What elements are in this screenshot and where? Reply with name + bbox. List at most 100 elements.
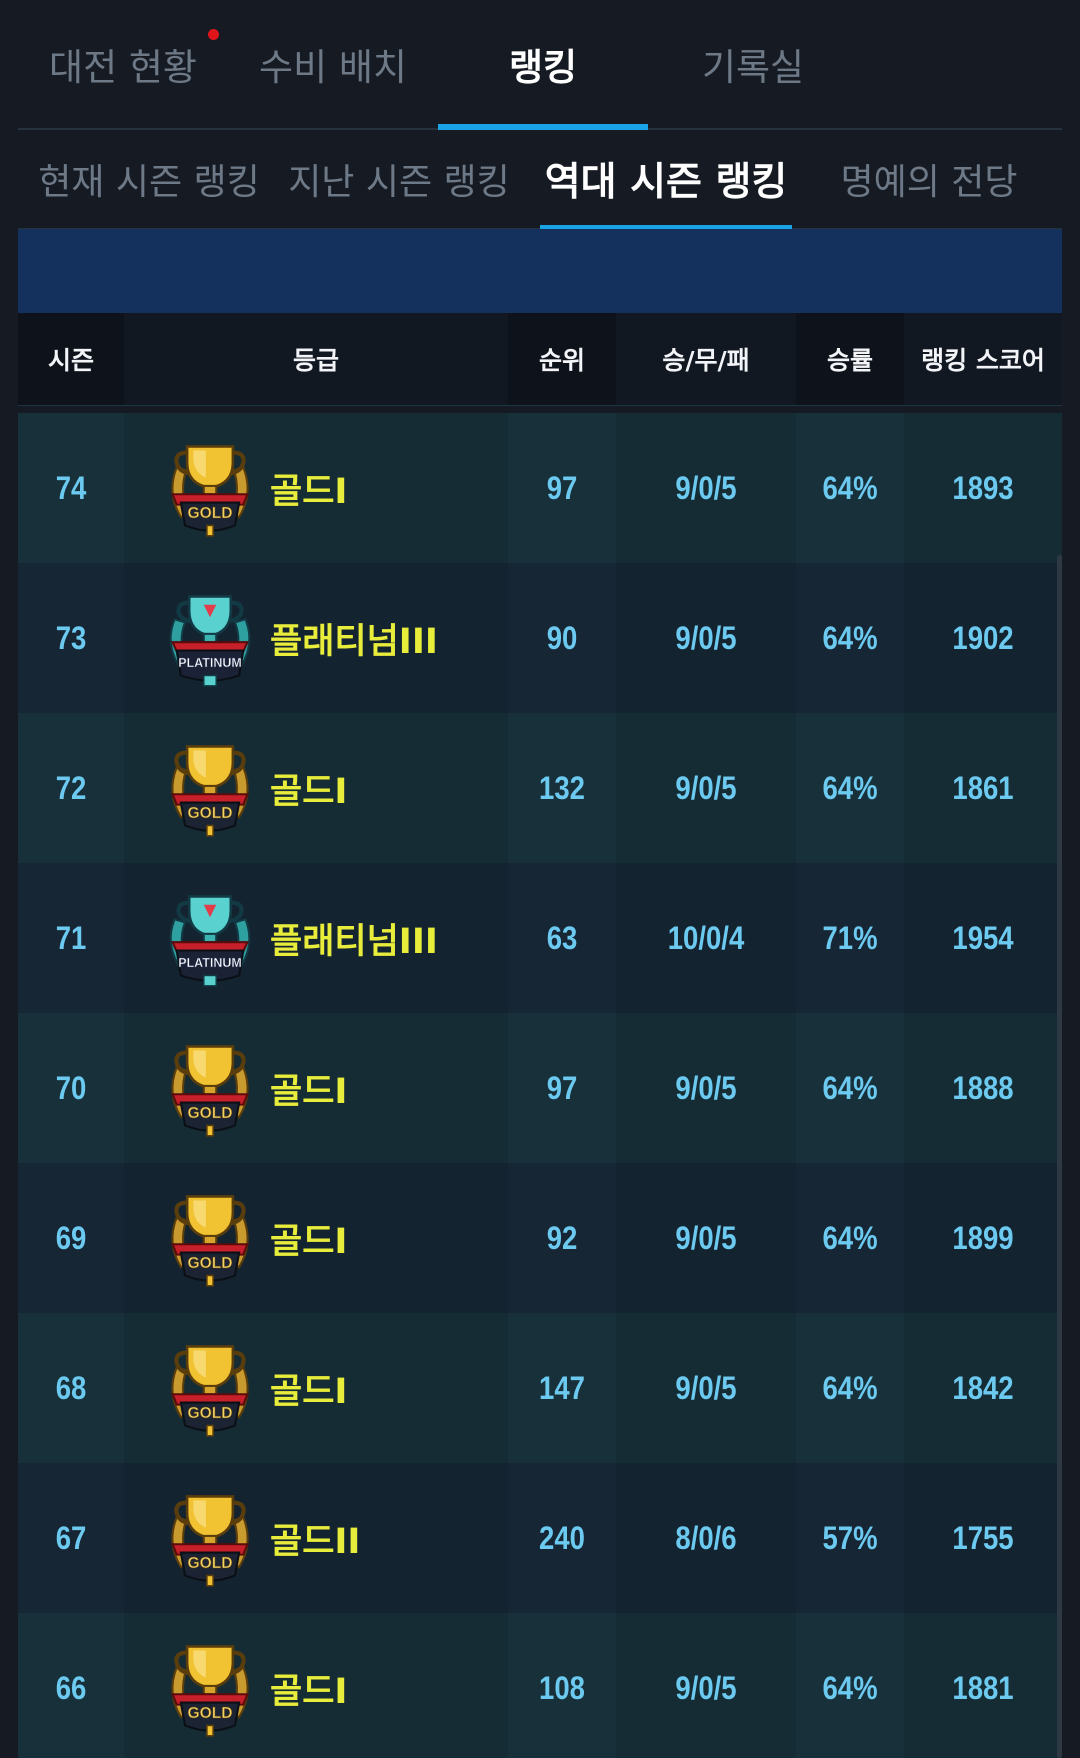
svg-text:GOLD: GOLD: [187, 805, 232, 822]
tab-ranking[interactable]: 랭킹: [438, 0, 648, 130]
tier-cell: GOLD 골드I: [158, 1013, 488, 1163]
record-cell: 9/0/5: [675, 769, 737, 806]
svg-text:GOLD: GOLD: [187, 1255, 232, 1272]
svg-text:GOLD: GOLD: [187, 1105, 232, 1122]
season-cell: 73: [55, 619, 87, 656]
tier-cell: GOLD 골드I: [158, 413, 488, 563]
rank-cell: 97: [546, 1069, 578, 1106]
table-row[interactable]: 74 GOLD 골드I 97 9/0/5 64% 1893: [18, 413, 1062, 563]
main-tab-bar: 대전 현황 수비 배치 랭킹 기록실: [18, 0, 1062, 130]
table-row[interactable]: 66 GOLD 골드I 108 9/0/5 64% 1881: [18, 1613, 1062, 1758]
tier-name: 플래티넘III: [270, 621, 438, 662]
gold-trophy-icon: GOLD: [158, 1636, 262, 1740]
season-cell: 68: [55, 1369, 87, 1406]
season-cell: 66: [55, 1669, 87, 1706]
table-header: 시즌 등급 순위 승/무/패 승률 랭킹 스코어: [18, 313, 1062, 406]
record-cell: 9/0/5: [675, 1219, 737, 1256]
ranking-score-cell: 1881: [952, 1669, 1014, 1706]
tier-name: 골드II: [270, 1521, 361, 1562]
scrollbar[interactable]: [1057, 555, 1062, 1758]
win-rate-cell: 64%: [822, 1069, 878, 1106]
tier-name: 플래티넘III: [270, 921, 438, 962]
tier-cell: PLATINUM 플래티넘III: [158, 863, 488, 1013]
tab-defense-setup-label: 수비 배치: [259, 46, 407, 89]
svg-text:GOLD: GOLD: [187, 1705, 232, 1722]
rank-cell: 92: [546, 1219, 578, 1256]
tab-records[interactable]: 기록실: [648, 0, 858, 128]
season-cell: 71: [55, 919, 87, 956]
table-row[interactable]: 68 GOLD 골드I 147 9/0/5 64% 1842: [18, 1313, 1062, 1463]
banner-area: [18, 229, 1062, 313]
svg-text:GOLD: GOLD: [187, 1405, 232, 1422]
ranking-score-cell: 1893: [952, 469, 1014, 506]
tab-ranking-label: 랭킹: [508, 46, 578, 89]
record-cell: 9/0/5: [675, 1669, 737, 1706]
win-rate-cell: 64%: [822, 769, 878, 806]
tier-name: 골드I: [270, 1371, 348, 1412]
win-rate-cell: 64%: [822, 1669, 878, 1706]
tab-battle-status[interactable]: 대전 현황: [18, 0, 228, 128]
svg-text:PLATINUM: PLATINUM: [178, 956, 242, 970]
tier-cell: GOLD 골드I: [158, 713, 488, 863]
ranking-score-cell: 1902: [952, 619, 1014, 656]
record-cell: 9/0/5: [675, 619, 737, 656]
header-rank: 순위: [538, 346, 585, 375]
table-row[interactable]: 70 GOLD 골드I 97 9/0/5 64% 1888: [18, 1013, 1062, 1163]
rank-cell: 63: [546, 919, 578, 956]
win-rate-cell: 64%: [822, 469, 878, 506]
tab-defense-setup[interactable]: 수비 배치: [228, 0, 438, 128]
season-cell: 67: [55, 1519, 87, 1556]
header-record: 승/무/패: [616, 313, 796, 405]
ranking-score-cell: 1861: [952, 769, 1014, 806]
rank-cell: 240: [539, 1519, 585, 1556]
tier-name: 골드I: [270, 771, 348, 812]
tab-last-season-ranking[interactable]: 지난 시즌 랭킹: [288, 130, 510, 228]
ranking-score-cell: 1842: [952, 1369, 1014, 1406]
season-cell: 70: [55, 1069, 87, 1106]
table-row[interactable]: 67 GOLD 골드II 240 8/0/6 57% 1755: [18, 1463, 1062, 1613]
table-row[interactable]: 71 PLATINUM 플래티넘III 63 10/0/4 71% 1954: [18, 863, 1062, 1013]
rank-cell: 97: [546, 469, 578, 506]
tier-name: 골드I: [270, 1671, 348, 1712]
rank-cell: 108: [539, 1669, 585, 1706]
gold-trophy-icon: GOLD: [158, 1486, 262, 1590]
rank-cell: 90: [546, 619, 578, 656]
win-rate-cell: 71%: [822, 919, 878, 956]
record-cell: 8/0/6: [675, 1519, 737, 1556]
win-rate-cell: 64%: [822, 619, 878, 656]
header-tier: 등급: [124, 313, 508, 405]
rank-cell: 132: [539, 769, 585, 806]
sub-tab-bar: 현재 시즌 랭킹 지난 시즌 랭킹 역대 시즌 랭킹 명예의 전당: [18, 130, 1062, 230]
svg-text:GOLD: GOLD: [187, 1555, 232, 1572]
table-row[interactable]: 73 PLATINUM 플래티넘III 90 9/0/5 64% 1902: [18, 563, 1062, 713]
win-rate-cell: 57%: [822, 1519, 878, 1556]
tab-current-season-label: 현재 시즌 랭킹: [38, 162, 260, 203]
rank-cell: 147: [539, 1369, 585, 1406]
svg-text:PLATINUM: PLATINUM: [178, 656, 242, 670]
record-cell: 10/0/4: [667, 919, 745, 956]
table-row[interactable]: 69 GOLD 골드I 92 9/0/5 64% 1899: [18, 1163, 1062, 1313]
tab-hall-of-fame[interactable]: 명예의 전당: [818, 130, 1040, 228]
win-rate-cell: 64%: [822, 1219, 878, 1256]
gold-trophy-icon: GOLD: [158, 436, 262, 540]
gold-trophy-icon: GOLD: [158, 736, 262, 840]
win-rate-cell: 64%: [822, 1369, 878, 1406]
tab-battle-status-label: 대전 현황: [49, 46, 197, 89]
notification-dot: [208, 29, 219, 40]
record-cell: 9/0/5: [675, 1369, 737, 1406]
tier-cell: GOLD 골드I: [158, 1613, 488, 1758]
tab-records-label: 기록실: [701, 46, 805, 89]
tab-current-season-ranking[interactable]: 현재 시즌 랭킹: [38, 130, 260, 228]
record-cell: 9/0/5: [675, 1069, 737, 1106]
header-season: 시즌: [47, 346, 94, 375]
tab-all-time-season-ranking[interactable]: 역대 시즌 랭킹: [540, 130, 792, 230]
ranking-score-cell: 1954: [952, 919, 1014, 956]
tier-name: 골드I: [270, 1071, 348, 1112]
table-body: 74 GOLD 골드I 97 9/0/5 64% 1893 73 PLATINU…: [18, 413, 1062, 1758]
gold-trophy-icon: GOLD: [158, 1036, 262, 1140]
header-ranking-score: 랭킹 스코어: [904, 313, 1062, 405]
record-cell: 9/0/5: [675, 469, 737, 506]
table-row[interactable]: 72 GOLD 골드I 132 9/0/5 64% 1861: [18, 713, 1062, 863]
header-win-rate: 승률: [826, 346, 873, 375]
tier-cell: GOLD 골드II: [158, 1463, 488, 1613]
